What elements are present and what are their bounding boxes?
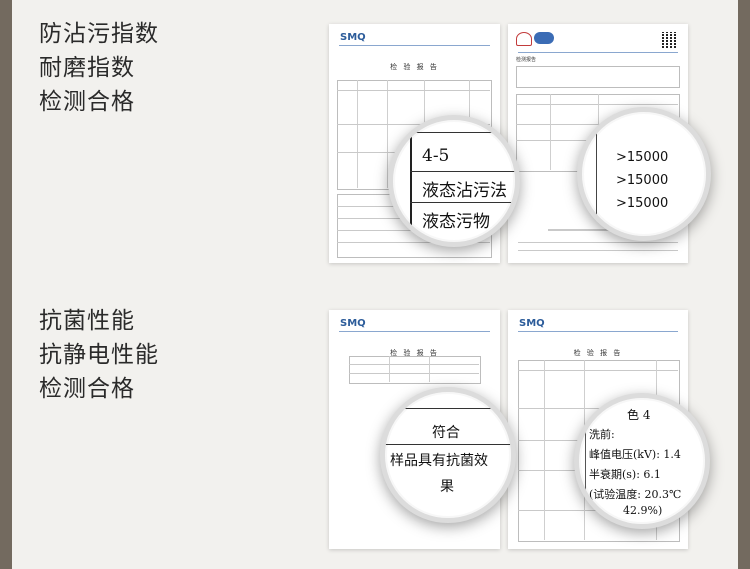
table-row xyxy=(410,171,515,172)
header-rule xyxy=(518,331,678,332)
magnified-text: 半衰期(s): 6.1 xyxy=(589,468,661,481)
heading-line: 防沾污指数 xyxy=(39,21,159,47)
header-rule xyxy=(518,52,678,53)
smq-logo: SMQ xyxy=(340,32,366,43)
section-heading-antibacterial-antistatic: 抗菌性能 抗静电性能 检测合格 xyxy=(39,304,159,406)
table-row xyxy=(410,202,515,203)
report-table xyxy=(516,66,680,88)
table-row xyxy=(516,104,678,105)
magnifier-abrasion-result: >15000 >15000 >15000 xyxy=(577,107,711,241)
smq-logo: SMQ xyxy=(340,318,366,329)
text-line xyxy=(518,250,678,251)
magnified-text: 果 xyxy=(440,479,454,495)
magnified-text: 42.9%) xyxy=(623,504,663,517)
table-row xyxy=(410,132,515,133)
qr-code-icon xyxy=(662,32,678,48)
magnified-value: 4-5 xyxy=(422,146,450,166)
magnified-text: 液态沾污法 xyxy=(422,181,507,201)
magnified-value: >15000 xyxy=(616,150,669,165)
table-divider xyxy=(389,356,390,382)
header-rule xyxy=(339,331,490,332)
table-row xyxy=(385,408,511,409)
table-divider xyxy=(585,398,586,524)
magnified-text: 洗前: xyxy=(589,428,615,441)
heading-line: 检测合格 xyxy=(39,376,135,402)
cnas-badge-icon xyxy=(534,32,554,44)
text-line xyxy=(518,242,678,243)
magnified-text: 样品具有抗菌效 xyxy=(390,453,488,469)
magnified-value: >15000 xyxy=(616,173,669,188)
heading-line: 耐磨指数 xyxy=(39,55,135,81)
magnifier-antistatic-result: 色 4 洗前: 峰值电压(kV): 1.4 半衰期(s): 6.1 (试验温度:… xyxy=(574,393,710,529)
heading-line: 检测合格 xyxy=(39,89,135,115)
table-divider xyxy=(410,134,412,242)
table-divider xyxy=(544,360,545,540)
magnified-text: (试验温度: 20.3℃ xyxy=(589,488,682,501)
magnified-text: 峰值电压(kV): 1.4 xyxy=(589,448,681,461)
heading-line: 抗静电性能 xyxy=(39,342,159,368)
magnifier-antibacterial-result: 符合 样品具有抗菌效 果 xyxy=(380,387,516,523)
table-divider xyxy=(357,80,358,188)
table-row xyxy=(518,370,678,371)
report-title: 检测报告 xyxy=(516,57,537,63)
header-rule xyxy=(339,45,490,46)
table-row xyxy=(349,364,479,365)
report-table xyxy=(349,356,481,384)
table-divider xyxy=(550,94,551,170)
magnified-text: 色 4 xyxy=(627,408,651,422)
report-title: 检 验 报 告 xyxy=(390,63,439,71)
smq-logo: SMQ xyxy=(519,318,545,329)
report-title: 检 验 报 告 xyxy=(573,349,623,357)
table-row xyxy=(385,444,511,445)
section-heading-stain-abrasion: 防沾污指数 耐磨指数 检测合格 xyxy=(39,17,159,119)
table-divider xyxy=(429,356,430,382)
table-row xyxy=(349,373,479,374)
table-row xyxy=(337,90,490,91)
magnified-value: >15000 xyxy=(616,196,669,211)
cma-badge-icon xyxy=(516,32,532,46)
heading-line: 抗菌性能 xyxy=(39,308,135,334)
magnified-text: 符合 xyxy=(432,425,460,441)
magnifier-stain-result: 4-5 液态沾污法 液态污物 xyxy=(388,115,520,247)
magnified-text: 液态污物 xyxy=(422,212,490,232)
table-divider xyxy=(596,132,597,222)
